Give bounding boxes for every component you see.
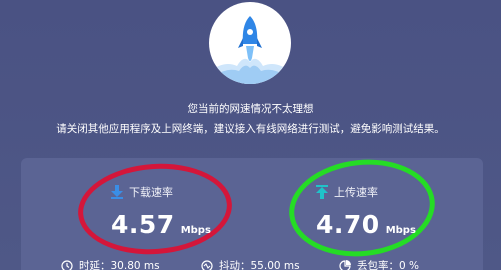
download-header: 下载速率 [111,184,251,200]
jitter-stat: 抖动：55.00 ms [201,258,300,270]
speed-status-title: 您当前的网速情况不太理想 [187,103,314,115]
download-speed-unit: Mbps [180,225,211,236]
rocket-logo [209,2,291,84]
download-metric: 下载速率 4.57 Mbps [111,184,251,239]
clock-icon [61,259,73,270]
upload-speed-value: 4.70 [316,210,380,239]
latency-stat: 时延：30.80 ms [61,258,160,270]
upload-arrow-icon [316,185,328,199]
network-stats-row: 时延：30.80 ms 抖动：55.00 ms 丢包率：0 % [21,258,483,270]
pie-icon [339,259,351,270]
download-arrow-icon [111,185,123,199]
speed-status-advice: 请关闭其他应用程序及上网终端，建议接入有线网络进行测试，避免影响测试结果。 [56,123,445,135]
upload-metric: 上传速率 4.70 Mbps [316,184,456,239]
download-label: 下载速率 [129,186,173,199]
speed-result-panel: 下载速率 4.57 Mbps 上传速率 4.70 Mbps 时延：30.80 m… [21,152,483,270]
upload-speed-unit: Mbps [385,225,416,236]
upload-header: 上传速率 [316,184,456,200]
latency-text: 时延：30.80 ms [79,260,160,270]
upload-value-row: 4.70 Mbps [316,210,456,239]
speed-test-result-page: 您当前的网速情况不太理想 请关闭其他应用程序及上网终端，建议接入有线网络进行测试… [0,0,501,270]
packet-loss-text: 丢包率：0 % [357,260,419,270]
jitter-text: 抖动：55.00 ms [219,260,300,270]
download-value-row: 4.57 Mbps [111,210,251,239]
upload-label: 上传速率 [334,186,378,199]
packet-loss-stat: 丢包率：0 % [339,258,419,270]
download-speed-value: 4.57 [111,210,175,239]
jitter-icon [201,259,213,270]
rocket-icon [209,16,291,84]
